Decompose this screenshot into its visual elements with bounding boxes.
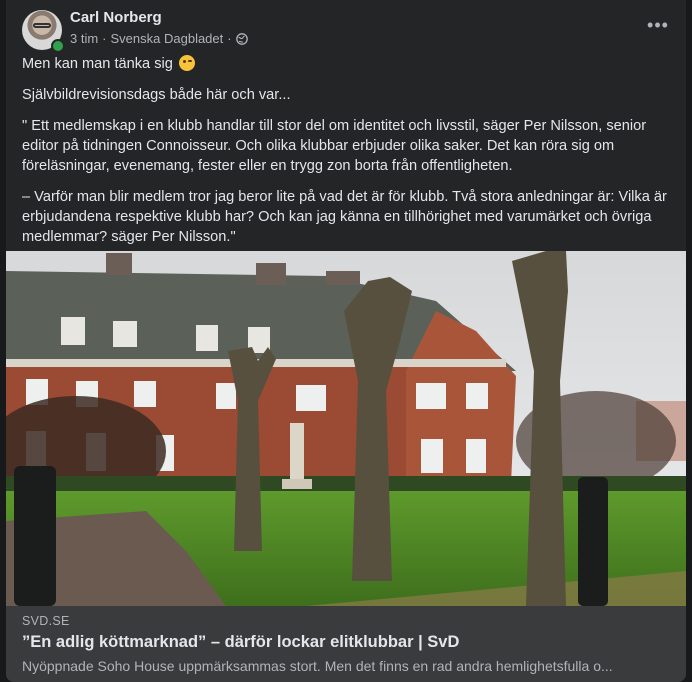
post-line-1-text: Men kan man tänka sig bbox=[22, 56, 173, 72]
winking-face-emoji bbox=[178, 55, 195, 71]
post-time[interactable]: 3 tim bbox=[70, 31, 98, 46]
avatar-glasses bbox=[33, 23, 51, 28]
post-line-2: Självbildrevisionsdags både här och var.… bbox=[22, 87, 291, 103]
meta-separator: · bbox=[227, 31, 232, 46]
more-options-icon[interactable]: ••• bbox=[642, 16, 674, 40]
post-header: Carl Norberg 3 tim · Svenska Dagbladet ·… bbox=[22, 8, 670, 53]
feed-post: Carl Norberg 3 tim · Svenska Dagbladet ·… bbox=[6, 0, 686, 682]
link-domain: SVD.SE bbox=[22, 614, 70, 628]
post-meta: 3 tim · Svenska Dagbladet · bbox=[70, 31, 248, 46]
author-name[interactable]: Carl Norberg bbox=[70, 9, 162, 26]
globe-icon[interactable] bbox=[235, 32, 248, 45]
link-info[interactable]: SVD.SE ”En adlig köttmarknad” – därför l… bbox=[6, 606, 686, 682]
post-paragraph-quote: " Ett medlemskap i en klubb handlar till… bbox=[22, 118, 647, 174]
author-avatar[interactable] bbox=[22, 10, 65, 53]
link-preview-image[interactable] bbox=[6, 251, 686, 606]
post-paragraph-answer: – Varför man blir medlem tror jag beror … bbox=[22, 189, 667, 245]
link-description: Nyöppnade Soho House uppmärksammas stort… bbox=[22, 658, 613, 674]
link-title[interactable]: ”En adlig köttmarknad” – därför lockar e… bbox=[22, 633, 670, 652]
post-text: Men kan man tänka sig Självbildrevisions… bbox=[22, 54, 670, 258]
post-line-1: Men kan man tänka sig bbox=[22, 54, 670, 74]
link-preview-card[interactable]: SVD.SE ”En adlig köttmarknad” – därför l… bbox=[6, 251, 686, 682]
post-source[interactable]: Svenska Dagbladet bbox=[111, 31, 224, 46]
meta-separator: · bbox=[102, 31, 107, 46]
online-status-dot bbox=[51, 39, 65, 53]
